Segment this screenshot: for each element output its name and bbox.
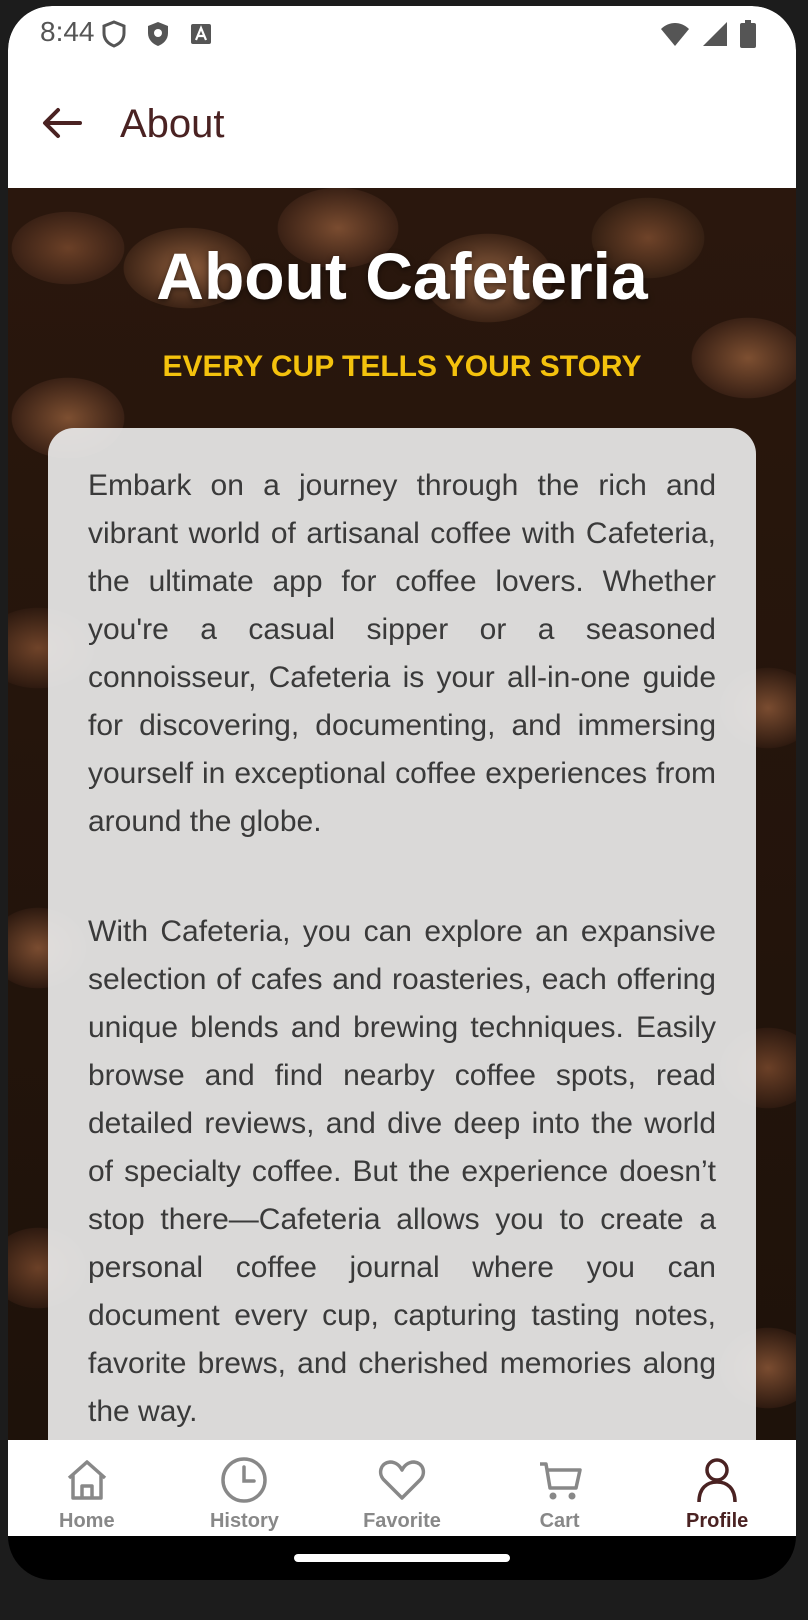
nav-item-profile[interactable]: Profile <box>638 1440 796 1536</box>
about-text: Embark on a journey through the rich and… <box>88 462 716 1498</box>
nav-item-cart[interactable]: Cart <box>481 1440 639 1536</box>
battery-icon <box>740 20 756 48</box>
nav-label-cart: Cart <box>539 1510 580 1532</box>
hero-section: About Cafeteria EVERY CUP TELLS YOUR STO… <box>8 188 796 1478</box>
about-paragraph-1: Embark on a journey through the rich and… <box>88 469 716 838</box>
shield-icon <box>102 20 126 48</box>
nav-item-favorite[interactable]: Favorite <box>323 1440 481 1536</box>
about-card[interactable]: Embark on a journey through the rich and… <box>48 428 756 1478</box>
home-icon <box>67 1460 106 1500</box>
phone-frame: 8:44 About About Cafeteria EVERY CUP TEL… <box>8 6 796 1580</box>
nav-label-favorite: Favorite <box>363 1510 441 1532</box>
heart-icon <box>378 1460 426 1500</box>
signal-icon <box>703 22 727 46</box>
hero-subtitle: EVERY CUP TELLS YOUR STORY <box>162 350 642 383</box>
person-icon <box>697 1458 737 1503</box>
status-bar: 8:44 <box>8 6 796 58</box>
app-bar: About <box>8 58 796 188</box>
nav-item-history[interactable]: History <box>166 1440 324 1536</box>
home-indicator[interactable] <box>294 1554 510 1562</box>
page-title: About <box>120 102 225 146</box>
screen: 8:44 About About Cafeteria EVERY CUP TEL… <box>8 6 796 1536</box>
nav-label-home: Home <box>59 1510 115 1532</box>
wifi-icon <box>661 23 689 46</box>
hero-title: About Cafeteria <box>156 239 648 313</box>
status-time: 8:44 <box>40 16 95 47</box>
nav-label-history: History <box>209 1510 279 1532</box>
arrow-left-icon[interactable] <box>36 98 86 148</box>
status-icons-right <box>660 20 756 48</box>
status-icons-left <box>102 20 212 48</box>
shield-filled-icon <box>148 22 168 46</box>
nav-label-profile: Profile <box>686 1510 749 1532</box>
a-icon <box>191 24 211 44</box>
bottom-nav: Home History Favorite Cart Profile <box>8 1440 796 1536</box>
about-paragraph-2: With Cafeteria, you can explore an expan… <box>88 915 716 1428</box>
nav-item-home[interactable]: Home <box>8 1440 166 1536</box>
clock-icon <box>221 1457 268 1503</box>
cart-icon <box>539 1462 582 1500</box>
